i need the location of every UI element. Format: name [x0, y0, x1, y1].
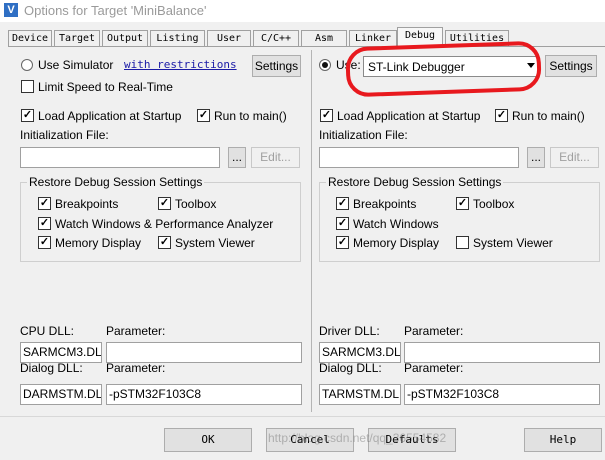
right-memory-label: Memory Display [353, 236, 440, 250]
left-browse-button[interactable]: ... [228, 147, 246, 168]
tab-utilities[interactable]: Utilities [445, 30, 509, 46]
right-toolbox-checkbox[interactable]: ✓ [456, 197, 469, 210]
use-simulator-radio[interactable] [21, 59, 33, 71]
left-toolbox-label: Toolbox [175, 197, 217, 211]
left-load-app-checkbox[interactable]: ✓ [21, 109, 34, 122]
driver-dll-label: Driver DLL: [319, 324, 380, 338]
tab-output[interactable]: Output [102, 30, 148, 46]
driver-dll-param-label: Parameter: [404, 324, 464, 338]
debugger-settings-button[interactable]: Settings [545, 55, 597, 77]
left-watch-label: Watch Windows & Performance Analyzer [55, 217, 274, 231]
window-title: Options for Target 'MiniBalance' [24, 3, 207, 18]
left-init-file-label: Initialization File: [20, 128, 109, 142]
left-toolbox-checkbox[interactable]: ✓ [158, 197, 171, 210]
cpu-dll-param-label: Parameter: [106, 324, 166, 338]
right-run-to-main-label: Run to main() [512, 109, 585, 123]
right-load-app-label: Load Application at Startup [337, 109, 481, 123]
tab-listing[interactable]: Listing [150, 30, 205, 46]
cpu-dll-label: CPU DLL: [20, 324, 75, 338]
right-edit-button[interactable]: Edit... [550, 147, 599, 168]
right-breakpoints-checkbox[interactable]: ✓ [336, 197, 349, 210]
tab-debug[interactable]: Debug [397, 27, 443, 47]
tab-device[interactable]: Device [8, 30, 52, 46]
driver-dll-input[interactable]: SARMCM3.DLL [319, 342, 401, 363]
ok-button[interactable]: OK [164, 428, 252, 452]
left-edit-button[interactable]: Edit... [251, 147, 300, 168]
right-dialog-param-input[interactable]: -pSTM32F103C8 [404, 384, 600, 405]
tab-asm[interactable]: Asm [301, 30, 347, 46]
use-simulator-label: Use Simulator [38, 58, 114, 72]
left-dialog-param-label: Parameter: [106, 361, 166, 375]
right-dialog-dll-label: Dialog DLL: [319, 361, 382, 375]
driver-dll-param-input[interactable] [404, 342, 600, 363]
chevron-down-icon [527, 63, 535, 68]
left-dialog-dll-input[interactable]: DARMSTM.DLL [20, 384, 102, 405]
left-init-file-input[interactable] [20, 147, 220, 168]
with-restrictions-link[interactable]: with restrictions [124, 58, 237, 71]
help-button[interactable]: Help [524, 428, 602, 452]
right-dialog-param-label: Parameter: [404, 361, 464, 375]
left-dialog-dll-label: Dialog DLL: [20, 361, 83, 375]
footer-divider [0, 416, 605, 417]
debugger-select-value: ST-Link Debugger [368, 60, 465, 74]
left-memory-checkbox[interactable]: ✓ [38, 236, 51, 249]
simulator-settings-button[interactable]: Settings [252, 55, 301, 77]
left-dialog-param-input[interactable]: -pSTM32F103C8 [106, 384, 302, 405]
right-init-file-label: Initialization File: [319, 128, 408, 142]
right-breakpoints-label: Breakpoints [353, 197, 417, 211]
watermark: http://blog.csdn.net/qq_36554582 [268, 431, 447, 445]
right-browse-button[interactable]: ... [527, 147, 545, 168]
right-watch-checkbox[interactable]: ✓ [336, 217, 349, 230]
left-run-to-main-label: Run to main() [214, 109, 287, 123]
left-run-to-main-checkbox[interactable]: ✓ [197, 109, 210, 122]
cpu-dll-param-input[interactable] [106, 342, 302, 363]
tab-linker[interactable]: Linker [349, 30, 397, 46]
right-watch-label: Watch Windows [353, 217, 439, 231]
left-restore-group-title: Restore Debug Session Settings [27, 175, 205, 189]
right-toolbox-label: Toolbox [473, 197, 515, 211]
right-init-file-input[interactable] [319, 147, 519, 168]
cpu-dll-input[interactable]: SARMCM3.DLL [20, 342, 102, 363]
right-run-to-main-checkbox[interactable]: ✓ [495, 109, 508, 122]
tab-target[interactable]: Target [54, 30, 100, 46]
right-dialog-dll-input[interactable]: TARMSTM.DLL [319, 384, 401, 405]
tab-user[interactable]: User [207, 30, 251, 46]
title-bar: V Options for Target 'MiniBalance' [0, 0, 605, 22]
panel-separator [311, 50, 312, 412]
use-debugger-radio[interactable] [319, 59, 331, 71]
right-memory-checkbox[interactable]: ✓ [336, 236, 349, 249]
right-system-viewer-label: System Viewer [473, 236, 553, 250]
debugger-select[interactable]: ST-Link Debugger [363, 56, 539, 77]
left-breakpoints-checkbox[interactable]: ✓ [38, 197, 51, 210]
limit-speed-label: Limit Speed to Real-Time [38, 80, 173, 94]
left-system-viewer-label: System Viewer [175, 236, 255, 250]
limit-speed-checkbox[interactable] [21, 80, 34, 93]
app-icon: V [4, 3, 18, 17]
right-restore-group-title: Restore Debug Session Settings [326, 175, 504, 189]
left-system-viewer-checkbox[interactable]: ✓ [158, 236, 171, 249]
right-load-app-checkbox[interactable]: ✓ [320, 109, 333, 122]
tab-underline [8, 46, 605, 47]
use-debugger-label: Use: [336, 58, 361, 72]
left-load-app-label: Load Application at Startup [38, 109, 182, 123]
left-watch-checkbox[interactable]: ✓ [38, 217, 51, 230]
tab-c-cpp[interactable]: C/C++ [253, 30, 299, 46]
left-memory-label: Memory Display [55, 236, 142, 250]
right-system-viewer-checkbox[interactable] [456, 236, 469, 249]
left-breakpoints-label: Breakpoints [55, 197, 119, 211]
